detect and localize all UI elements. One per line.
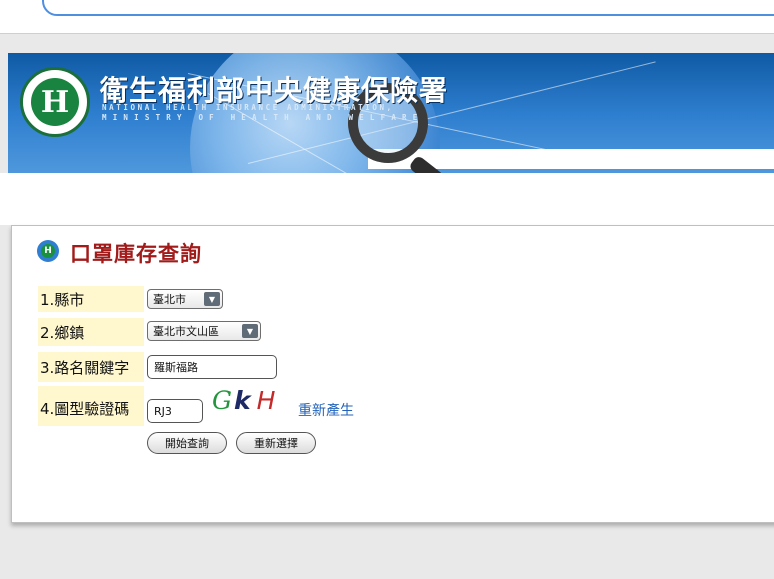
address-bar-outline [42, 0, 774, 16]
logo-h-icon: H [31, 78, 79, 126]
captcha-char: H [256, 386, 276, 415]
reset-button[interactable]: 重新選擇 [236, 432, 316, 454]
captcha-input[interactable] [147, 399, 203, 423]
title-logo-icon: H [37, 240, 59, 262]
captcha-image: Gk H [212, 386, 275, 415]
road-keyword-input[interactable] [147, 355, 277, 379]
page-title: 口罩庫存查詢 [70, 242, 202, 266]
banner-bottom-space [0, 173, 774, 225]
county-select-value: 臺北市 [153, 293, 186, 306]
browser-top-strip [0, 0, 774, 34]
county-select[interactable]: 臺北市 ▼ [147, 289, 223, 309]
chevron-down-icon: ▼ [204, 292, 220, 306]
county-label: 1.縣市 [38, 286, 144, 312]
org-name-en-1: NATIONAL HEALTH INSURANCE ADMINISTRATION… [102, 103, 394, 112]
captcha-char: G [212, 386, 232, 415]
query-panel: H 口罩庫存查詢 1.縣市 臺北市 ▼ 2.鄉鎮 臺北市文山區 ▼ 3.路名關鍵… [11, 225, 774, 523]
town-label: 2.鄉鎮 [38, 318, 144, 346]
captcha-char: k [233, 386, 251, 415]
site-banner: H 衛生福利部中央健康保險署 NATIONAL HEALTH INSURANCE… [8, 53, 774, 193]
town-select-value: 臺北市文山區 [153, 325, 219, 338]
chevron-down-icon: ▼ [242, 324, 258, 338]
nhia-logo[interactable]: H [20, 67, 90, 137]
road-keyword-label: 3.路名關鍵字 [38, 352, 144, 382]
regenerate-captcha-link[interactable]: 重新產生 [298, 400, 354, 420]
search-button[interactable]: 開始查詢 [147, 432, 227, 454]
title-logo-letter: H [41, 244, 55, 258]
org-name-en-2: MINISTRY OF HEALTH AND WELFARE [102, 113, 424, 122]
town-select[interactable]: 臺北市文山區 ▼ [147, 321, 261, 341]
captcha-label: 4.圖型驗證碼 [38, 386, 144, 426]
